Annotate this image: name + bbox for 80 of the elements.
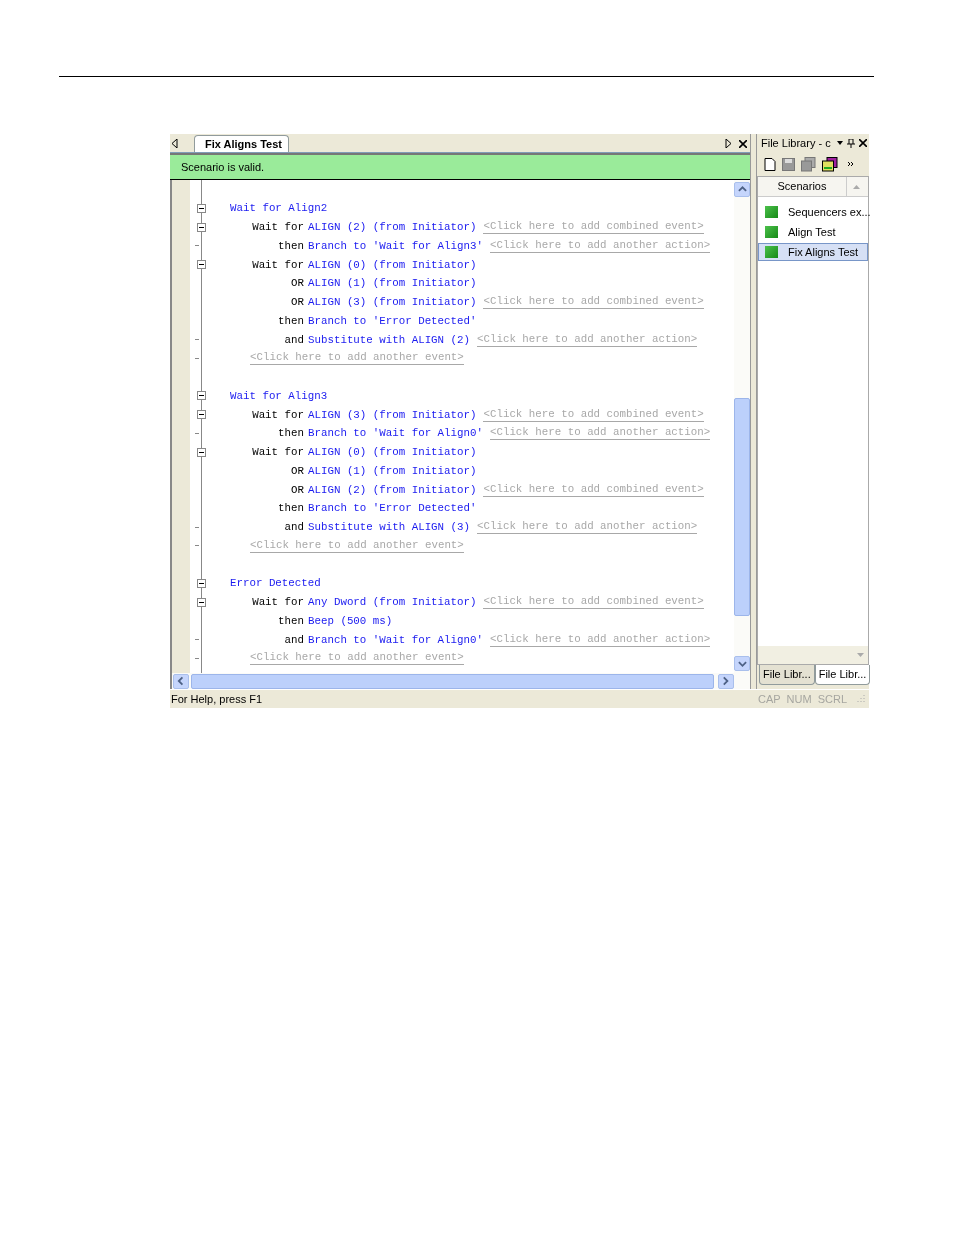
scroll-left-icon[interactable] — [172, 139, 178, 148]
keyword: Wait for — [251, 596, 304, 609]
collapse-icon[interactable] — [196, 222, 206, 232]
event-text[interactable]: ALIGN (3) (from Initiator) — [308, 408, 477, 421]
step-title[interactable]: Error Detected — [230, 577, 321, 590]
save-icon[interactable] — [782, 157, 795, 171]
key-indicator: CAP — [757, 693, 781, 705]
keyword: then — [277, 239, 304, 252]
keyword: Wait for — [251, 221, 304, 234]
stacked-windows-icon[interactable] — [822, 156, 838, 172]
close-icon[interactable] — [859, 139, 867, 147]
event-text[interactable]: ALIGN (2) (from Initiator) — [308, 221, 477, 234]
collapse-icon[interactable] — [196, 391, 206, 401]
status-text: For Help, press F1 — [171, 693, 264, 705]
keyword: Wait for — [251, 258, 304, 271]
new-file-icon[interactable] — [764, 157, 776, 171]
event-text[interactable]: Branch to 'Wait for Align3' — [308, 239, 483, 252]
event-text[interactable]: ALIGN (2) (from Initiator) — [308, 483, 477, 496]
step-title[interactable]: Wait for Align2 — [230, 202, 328, 215]
panel-tab[interactable]: File Libr... — [814, 665, 871, 686]
scroll-up-button[interactable] — [734, 182, 750, 197]
event-text[interactable]: ALIGN (3) (from Initiator) — [308, 296, 477, 309]
event-text[interactable]: Branch to 'Error Detected' — [308, 314, 477, 327]
scenario-item[interactable]: Fix Aligns Test — [758, 243, 868, 261]
event-text[interactable]: ALIGN (1) (from Initiator) — [308, 277, 477, 290]
collapse-icon[interactable] — [196, 447, 206, 457]
scenario-icon — [765, 206, 778, 218]
scenario-icon — [765, 226, 778, 238]
event-text[interactable]: ALIGN (0) (from Initiator) — [308, 446, 477, 459]
keyword: then — [277, 614, 304, 627]
keyword: and — [283, 633, 304, 646]
keyword: and — [283, 333, 304, 346]
scenario-item[interactable]: Sequencers ex... — [758, 203, 868, 221]
event-text[interactable]: Substitute with ALIGN (3) — [308, 521, 470, 534]
keyword: then — [277, 502, 304, 515]
keyword: and — [283, 521, 304, 534]
scroll-right-button[interactable] — [718, 673, 734, 689]
keyword: Wait for — [251, 408, 304, 421]
pin-icon[interactable] — [847, 138, 855, 148]
document-tab[interactable]: Fix Aligns Test — [194, 135, 289, 152]
keyword: OR — [290, 277, 304, 290]
key-indicator: NUM — [786, 693, 812, 705]
event-text[interactable]: Branch to 'Wait for Align0' — [308, 633, 483, 646]
scenario-icon — [765, 246, 778, 258]
vertical-scrollbar[interactable] — [734, 180, 750, 674]
scroll-thumb[interactable] — [734, 398, 750, 616]
keyword: OR — [290, 296, 304, 309]
collapse-icon[interactable] — [196, 410, 206, 420]
keyword: OR — [290, 483, 304, 496]
resize-grip-icon[interactable] — [855, 694, 865, 704]
step-title[interactable]: Wait for Align3 — [230, 389, 328, 402]
scenario-item[interactable]: Align Test — [758, 223, 868, 241]
event-text[interactable]: Beep (500 ms) — [308, 614, 393, 627]
scroll-left-button[interactable] — [173, 673, 189, 689]
keyword: then — [277, 314, 304, 327]
keyword: Wait for — [251, 446, 304, 459]
key-indicator: SCRL — [817, 693, 847, 705]
scroll-right-icon[interactable] — [725, 139, 731, 148]
chevron-right-icon — [721, 676, 731, 687]
event-text[interactable]: Branch to 'Wait for Align0' — [308, 427, 483, 440]
collapse-icon[interactable] — [196, 260, 206, 270]
keyword: then — [277, 427, 304, 440]
chevron-left-icon — [176, 676, 186, 687]
overflow-icon[interactable] — [848, 161, 853, 167]
event-text[interactable]: Branch to 'Error Detected' — [308, 502, 477, 515]
keyword: OR — [290, 464, 304, 477]
collapse-icon[interactable] — [196, 578, 206, 588]
close-icon[interactable] — [739, 140, 747, 148]
scroll-down-button[interactable] — [734, 656, 750, 672]
event-text[interactable]: Substitute with ALIGN (2) — [308, 333, 470, 346]
event-text[interactable]: ALIGN (0) (from Initiator) — [308, 258, 477, 271]
collapse-icon[interactable] — [196, 597, 206, 607]
panel-title: File Library - c — [761, 137, 832, 149]
event-text[interactable]: Any Dword (from Initiator) — [308, 596, 477, 609]
event-text[interactable]: ALIGN (1) (from Initiator) — [308, 464, 477, 477]
panel-tab[interactable]: File Libr... — [759, 665, 815, 686]
validation-banner: Scenario is valid. — [170, 153, 750, 180]
save-all-icon[interactable] — [801, 156, 816, 172]
collapse-icon[interactable] — [196, 203, 206, 213]
dropdown-icon[interactable] — [837, 141, 843, 145]
